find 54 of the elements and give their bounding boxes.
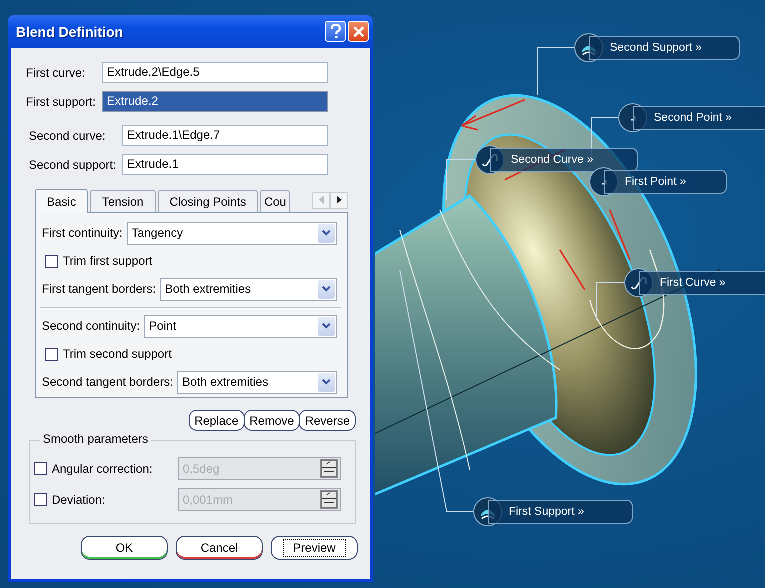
window-title: Blend Definition — [16, 24, 124, 40]
checkbox[interactable] — [45, 348, 58, 360]
callout-button[interactable]: Second Point » — [633, 106, 765, 130]
tab[interactable]: Closing Points — [158, 190, 258, 212]
chevron-down-icon — [322, 379, 331, 385]
text-field[interactable]: Extrude.2\Edge.5 — [102, 62, 328, 83]
tab[interactable]: Tension — [90, 190, 156, 212]
field-label: First continuity: — [42, 226, 123, 240]
checkbox-label: Trim second support — [63, 347, 172, 361]
leader-line — [538, 48, 574, 96]
dropdown[interactable]: Both extremities — [177, 370, 337, 394]
field-label: Second support: — [29, 158, 116, 172]
checkbox[interactable] — [45, 254, 58, 268]
dialog-button[interactable]: Cancel — [176, 536, 263, 560]
close-icon — [352, 26, 364, 38]
leader-line — [596, 282, 624, 320]
dropdown[interactable]: Both extremities — [160, 278, 337, 300]
field-label: First curve: — [26, 66, 86, 80]
close-button[interactable] — [348, 21, 369, 42]
leader-line — [446, 160, 476, 200]
action-button[interactable]: Replace — [188, 410, 245, 431]
action-button[interactable]: Reverse — [299, 410, 356, 431]
callout-button[interactable]: First Support » — [488, 500, 633, 524]
dialog-button[interactable]: OK — [81, 536, 168, 560]
tab[interactable]: Basic — [35, 189, 88, 213]
tab[interactable]: Cou — [260, 190, 290, 212]
dropdown[interactable]: Point — [144, 314, 337, 338]
field-label: Second curve: — [29, 128, 107, 142]
group-title: Smooth parameters — [40, 432, 152, 446]
text-field[interactable]: Extrude.1\Edge.7 — [122, 125, 328, 146]
field-label: First tangent borders: — [42, 282, 156, 296]
chevron-down-icon — [322, 323, 331, 329]
callout-button[interactable]: First Curve » — [639, 271, 765, 295]
triangle-right-icon — [336, 196, 342, 204]
text-field[interactable]: Extrude.1 — [122, 154, 328, 175]
checkbox-label: Angular correction: — [52, 462, 154, 476]
dialog-button[interactable]: Preview — [271, 536, 358, 560]
checkbox-label: Trim first support — [63, 254, 153, 268]
dropdown[interactable]: Tangency — [126, 222, 337, 244]
callout-button[interactable]: Second Support » — [589, 36, 740, 60]
help-button[interactable] — [325, 21, 346, 42]
callout-button[interactable]: First Point » — [604, 170, 727, 194]
field-label: Second tangent borders: — [42, 375, 174, 389]
callout-button[interactable]: Second Curve » — [490, 148, 638, 172]
text-field[interactable]: Extrude.2 — [102, 91, 328, 112]
field-label: Second continuity: — [42, 319, 140, 333]
action-button[interactable]: Remove — [244, 410, 300, 431]
checkbox-label: Deviation: — [52, 492, 106, 506]
triangle-left-icon — [318, 196, 324, 204]
chevron-down-icon — [322, 286, 331, 292]
help-icon — [330, 24, 342, 39]
scroll-right-button[interactable] — [330, 192, 348, 208]
chevron-down-icon — [322, 230, 331, 236]
field-label: First support: — [26, 94, 96, 108]
